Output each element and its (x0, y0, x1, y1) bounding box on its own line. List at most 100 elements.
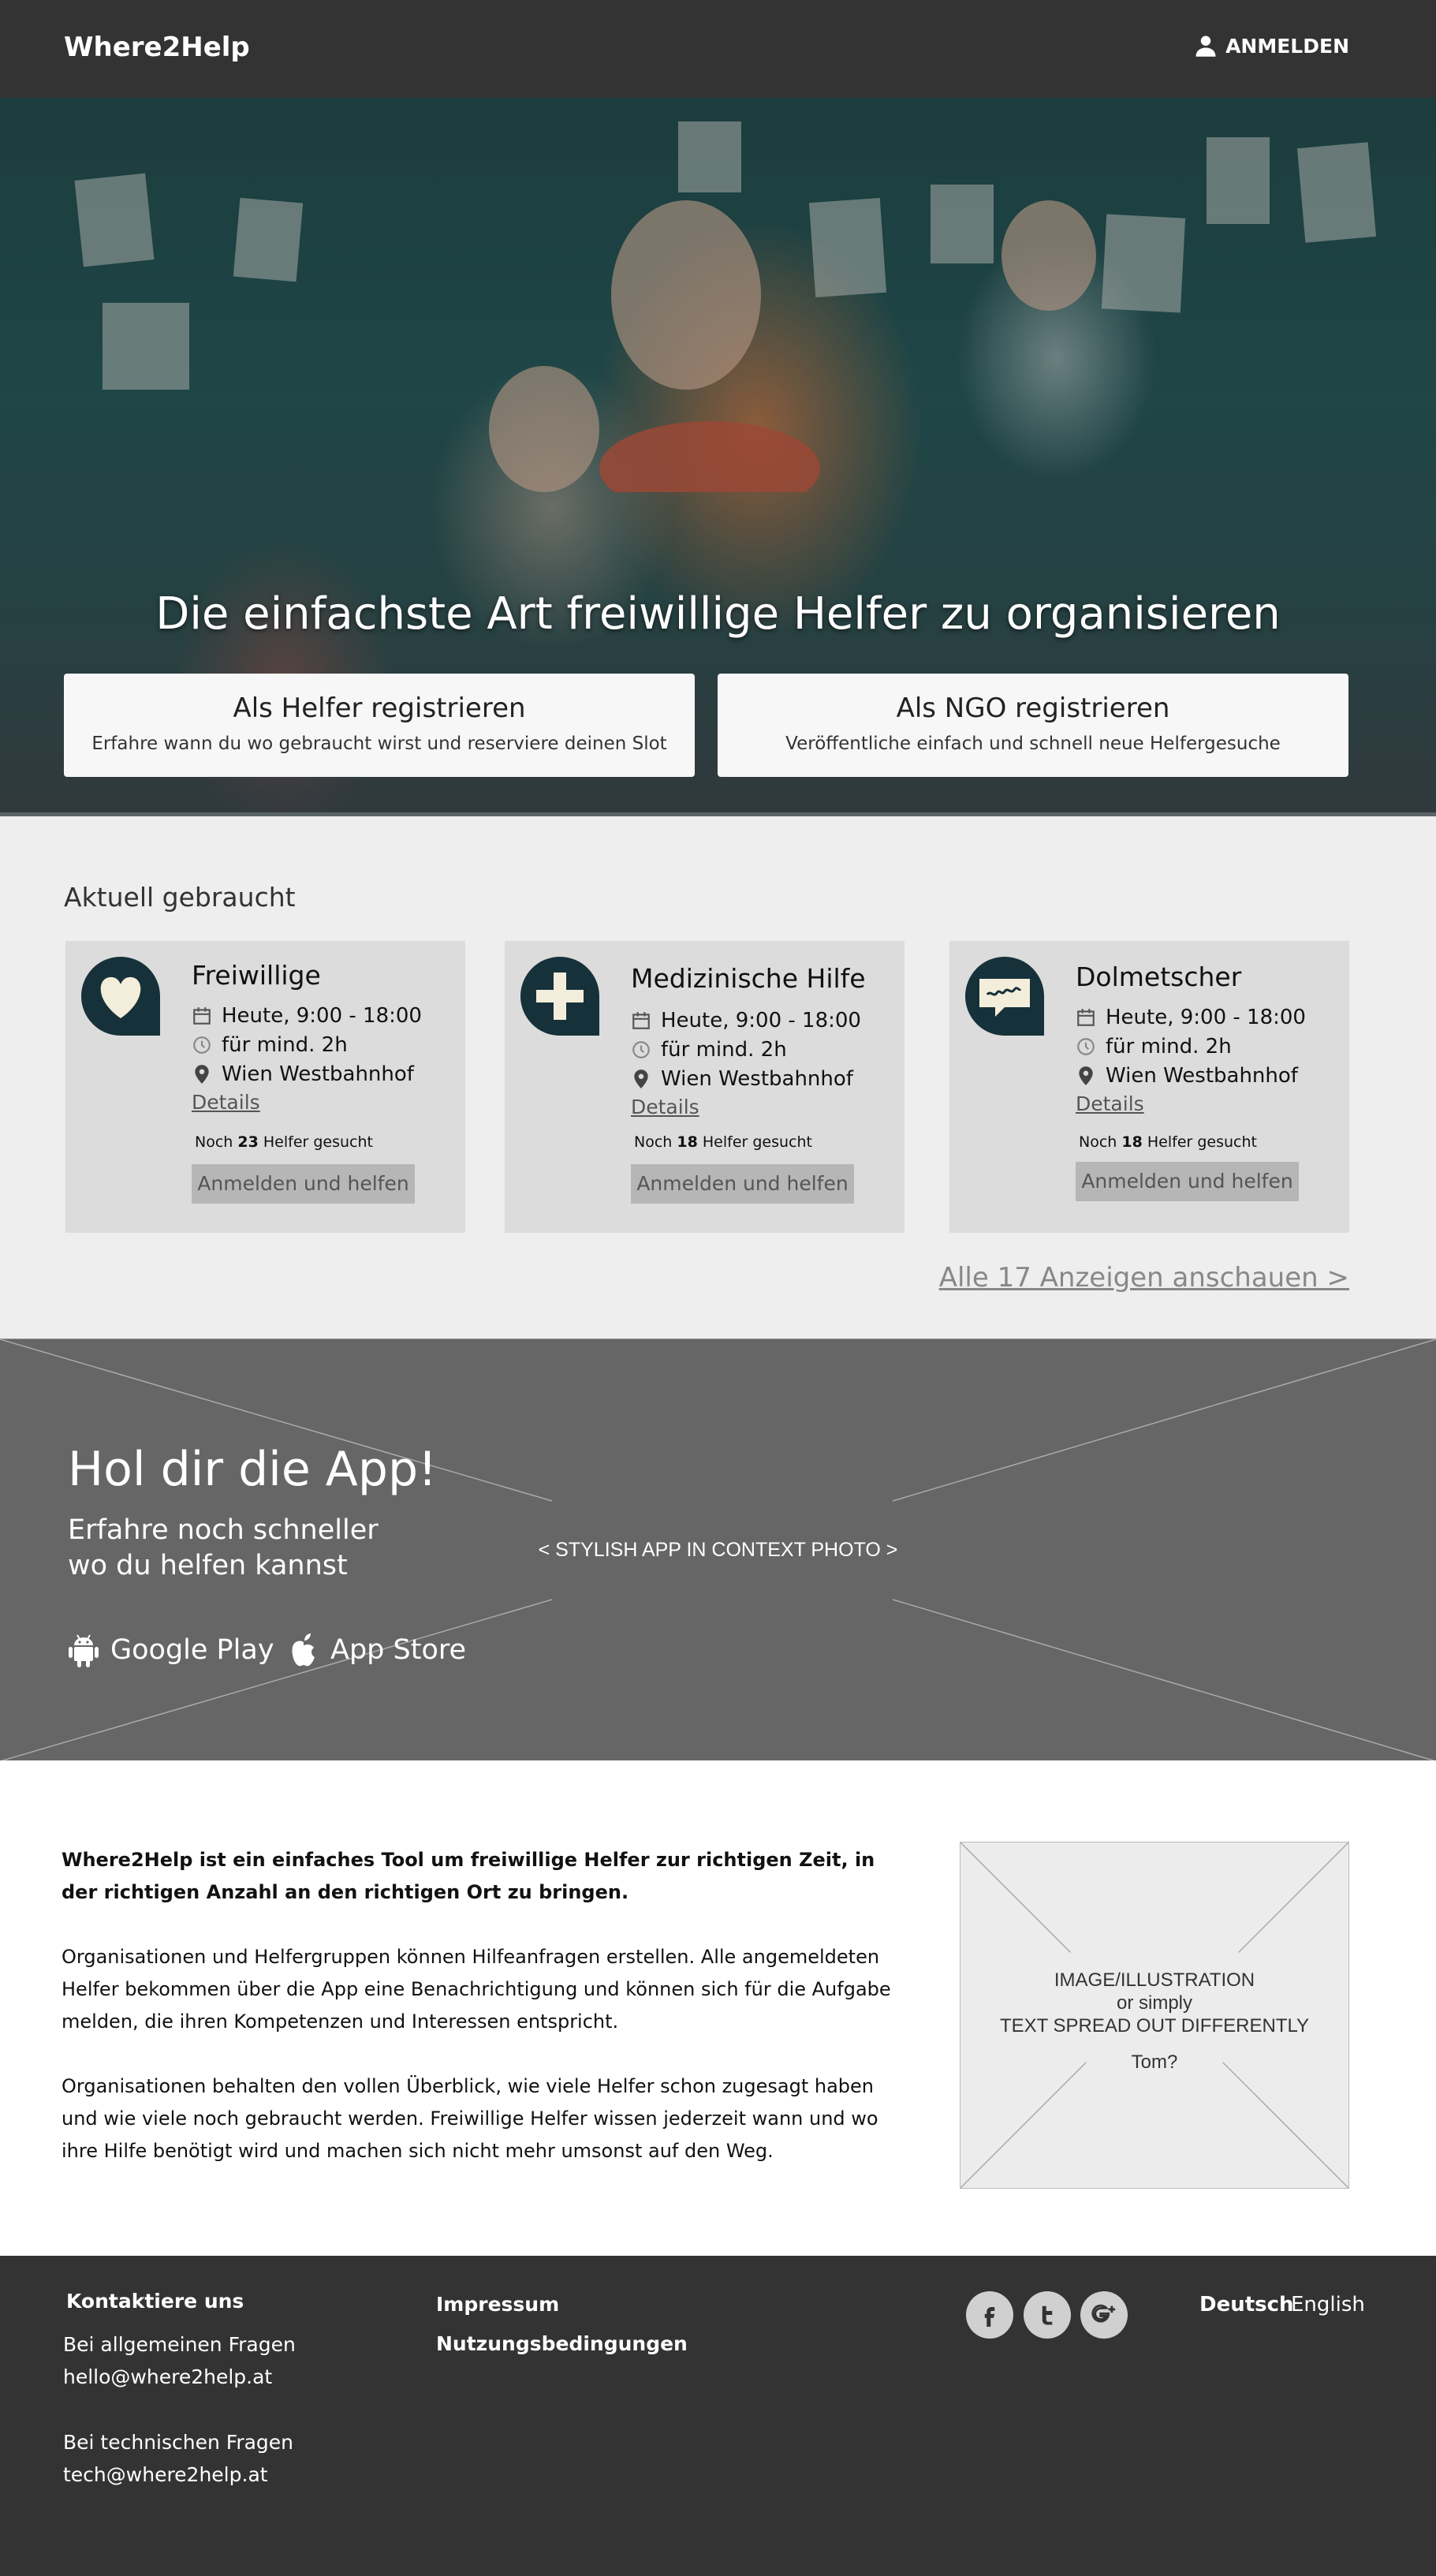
facebook-icon[interactable] (966, 2291, 1013, 2339)
site-header: Where2Help ANMELDEN (0, 0, 1436, 98)
language-german[interactable]: Deutsch (1199, 2293, 1294, 2317)
need-card-location-text: Wien Westbahnhof (222, 1062, 414, 1086)
need-card: Medizinische Hilfe Heute, 9:00 - 18:00 f… (505, 941, 904, 1233)
about-lead: Where2Help ist ein einfaches Tool um fre… (62, 1849, 875, 1903)
calendar-icon (193, 1007, 211, 1025)
medical-cross-icon (520, 957, 599, 1036)
need-card-location-text: Wien Westbahnhof (1106, 1064, 1298, 1088)
need-card-time: Heute, 9:00 - 18:00 (1076, 1006, 1306, 1029)
google-plus-icon[interactable] (1080, 2291, 1128, 2339)
register-helper-title: Als Helfer registrieren (233, 693, 526, 724)
need-card-count-prefix: Noch (195, 1133, 233, 1151)
twitter-icon[interactable] (1024, 2291, 1071, 2339)
language-english[interactable]: English (1291, 2293, 1365, 2317)
site-footer: Kontaktiere uns Bei allgemeinen Fragen h… (0, 2256, 1436, 2576)
clock-icon (1077, 1038, 1095, 1055)
illustration-note: Tom? (1131, 2051, 1178, 2073)
need-card-location: Wien Westbahnhof (631, 1067, 853, 1091)
register-ngo-card[interactable]: Als NGO registrieren Veröffentliche einf… (718, 674, 1348, 777)
signup-help-button[interactable]: Anmelden und helfen (192, 1164, 415, 1204)
need-card-count: Noch 23 Helfer gesucht (195, 1133, 373, 1151)
need-card-details-link[interactable]: Details (192, 1091, 260, 1114)
hero-section: Die einfachste Art freiwillige Helfer zu… (0, 98, 1436, 816)
site-logo[interactable]: Where2Help (64, 32, 250, 63)
app-store-label: App Store (330, 1634, 467, 1666)
needed-title: Aktuell gebraucht (64, 882, 296, 913)
need-card-title: Medizinische Hilfe (631, 963, 866, 994)
tech-questions-label: Bei technischen Fragen (63, 2431, 294, 2454)
location-pin-icon (1079, 1066, 1093, 1085)
need-card-title: Dolmetscher (1076, 961, 1242, 992)
need-card-duration: für mind. 2h (631, 1038, 787, 1062)
register-ngo-title: Als NGO registrieren (896, 693, 1170, 724)
speech-bubble-icon (965, 957, 1044, 1036)
need-card-time-text: Heute, 9:00 - 18:00 (661, 1009, 861, 1032)
need-card-count-value: 23 (237, 1133, 259, 1151)
illustration-line2: or simply (1116, 1992, 1192, 2014)
need-card-duration-text: für mind. 2h (222, 1033, 348, 1057)
need-card-count-suffix: Helfer gesucht (263, 1133, 373, 1151)
need-card-details-link[interactable]: Details (631, 1096, 699, 1118)
impressum-link[interactable]: Impressum (436, 2293, 559, 2316)
need-card-count-suffix: Helfer gesucht (702, 1133, 812, 1151)
google-play-link[interactable]: Google Play (68, 1631, 274, 1669)
need-card: Dolmetscher Heute, 9:00 - 18:00 für mind… (949, 941, 1349, 1233)
about-text: Where2Help ist ein einfaches Tool um fre… (62, 1844, 897, 2200)
need-card-title: Freiwillige (192, 960, 321, 991)
need-card-location: Wien Westbahnhof (1076, 1064, 1298, 1088)
need-card-location: Wien Westbahnhof (192, 1062, 414, 1086)
need-card-details-link[interactable]: Details (1076, 1092, 1144, 1115)
illustration-line1: IMAGE/ILLUSTRATION (1054, 1969, 1255, 1991)
need-card: Freiwillige Heute, 9:00 - 18:00 für mind… (65, 941, 465, 1233)
hero-title: Die einfachste Art freiwillige Helfer zu… (155, 588, 1281, 640)
about-paragraph-1: Organisationen und Helfergruppen können … (62, 1946, 891, 2033)
need-card-count: Noch 18 Helfer gesucht (634, 1133, 812, 1151)
need-card-count-suffix: Helfer gesucht (1147, 1133, 1257, 1151)
need-card-count-prefix: Noch (634, 1133, 673, 1151)
general-questions-label: Bei allgemeinen Fragen (63, 2333, 296, 2356)
login-button[interactable]: ANMELDEN (1194, 33, 1349, 58)
need-card-duration: für mind. 2h (192, 1033, 348, 1057)
need-card-count-value: 18 (677, 1133, 698, 1151)
user-icon (1195, 35, 1216, 57)
need-card-time-text: Heute, 9:00 - 18:00 (222, 1004, 422, 1028)
register-ngo-subtitle: Veröffentliche einfach und schnell neue … (785, 734, 1281, 754)
need-card-time: Heute, 9:00 - 18:00 (192, 1004, 422, 1028)
terms-link[interactable]: Nutzungsbedingungen (436, 2332, 688, 2355)
calendar-icon (632, 1012, 650, 1029)
clock-icon (193, 1036, 211, 1054)
need-card-count-prefix: Noch (1079, 1133, 1117, 1151)
about-section: Where2Help ist ein einfaches Tool um fre… (0, 1760, 1436, 2256)
illustration-caption: IMAGE/ILLUSTRATION or simply TEXT SPREAD… (960, 1969, 1348, 2037)
need-card-duration-text: für mind. 2h (1106, 1035, 1232, 1058)
app-section: Hol dir die App! Erfahre noch schneller … (0, 1338, 1436, 1761)
google-play-label: Google Play (110, 1634, 274, 1666)
needed-section: Aktuell gebraucht Freiwillige Heute, 9:0… (0, 816, 1436, 1338)
need-card-count-value: 18 (1121, 1133, 1143, 1151)
need-card-location-text: Wien Westbahnhof (661, 1067, 853, 1091)
need-card-time-text: Heute, 9:00 - 18:00 (1106, 1006, 1306, 1029)
app-title: Hol dir die App! (68, 1442, 438, 1497)
calendar-icon (1077, 1009, 1095, 1026)
all-listings-link[interactable]: Alle 17 Anzeigen anschauen > (939, 1262, 1349, 1294)
need-card-duration: für mind. 2h (1076, 1035, 1232, 1058)
general-email-link[interactable]: hello@where2help.at (63, 2361, 272, 2393)
app-photo-placeholder: < STYLISH APP IN CONTEXT PHOTO > (538, 1539, 898, 1561)
illustration-line3: TEXT SPREAD OUT DIFFERENTLY (999, 2015, 1310, 2037)
app-store-link[interactable]: App Store (288, 1631, 466, 1669)
android-icon (69, 1634, 99, 1667)
apple-icon (292, 1633, 315, 1667)
login-label: ANMELDEN (1225, 34, 1349, 58)
illustration-placeholder: IMAGE/ILLUSTRATION or simply TEXT SPREAD… (960, 1842, 1349, 2189)
need-card-duration-text: für mind. 2h (661, 1038, 787, 1062)
signup-help-button[interactable]: Anmelden und helfen (631, 1164, 854, 1204)
need-card-count: Noch 18 Helfer gesucht (1079, 1133, 1257, 1151)
clock-icon (632, 1041, 650, 1058)
contact-title: Kontaktiere uns (66, 2290, 244, 2313)
about-paragraph-2: Organisationen behalten den vollen Überb… (62, 2075, 878, 2162)
location-pin-icon (634, 1070, 648, 1088)
tech-email-link[interactable]: tech@where2help.at (63, 2458, 268, 2491)
heart-icon (81, 957, 160, 1036)
register-helper-card[interactable]: Als Helfer registrieren Erfahre wann du … (64, 674, 695, 777)
signup-help-button[interactable]: Anmelden und helfen (1076, 1162, 1299, 1201)
